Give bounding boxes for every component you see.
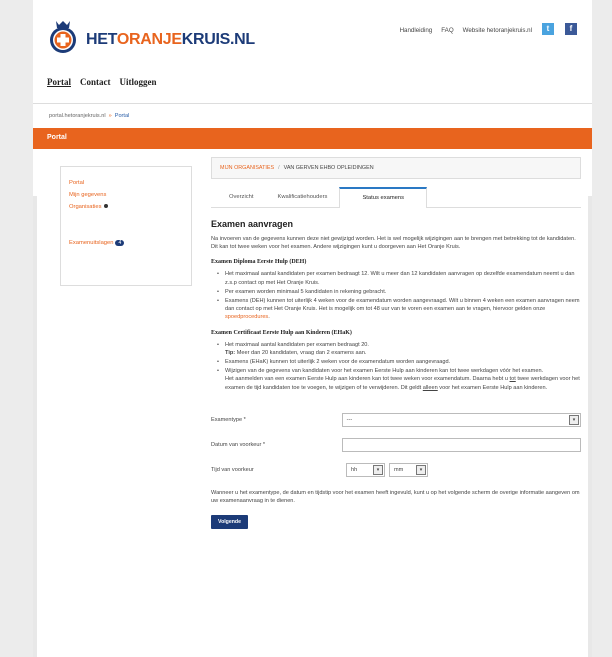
breadcrumb-current[interactable]: Portal bbox=[115, 113, 130, 119]
ehak-list: Het maximaal aantal kandidaten per exame… bbox=[217, 341, 581, 392]
intro-text: Na invoeren van de gegevens kunnen deze … bbox=[211, 236, 576, 251]
active-dot-icon bbox=[103, 204, 108, 208]
ehak-title: Examen Certificaat Eerste Hulp aan Kinde… bbox=[211, 329, 352, 336]
chevron-down-icon[interactable]: ▾ bbox=[569, 415, 579, 426]
time-label: Tijd van voorkeur bbox=[211, 467, 254, 474]
examtype-value: --- bbox=[346, 417, 353, 424]
examtype-label: Examentype * bbox=[211, 417, 246, 424]
tab-status-examens[interactable]: Status examens bbox=[339, 187, 428, 208]
list-item: Examens (DEH) kunnen tot uiterlijk 4 wek… bbox=[217, 297, 581, 322]
date-label: Datum van voorkeur * bbox=[211, 442, 266, 449]
section-bar: Portal bbox=[33, 128, 592, 149]
brand-prefix: HET bbox=[86, 31, 117, 48]
main-panel: MIJN ORGANISATIES / VAN GERVEN EHBO OPLEID… bbox=[211, 157, 581, 530]
breadcrumb: portal.hetoranjekruis.nl» Portal bbox=[49, 113, 129, 119]
list-text: Examens (DEH) kunnen tot uiterlijk 4 wek… bbox=[225, 298, 580, 313]
top-links: Handleiding FAQ Website hetoranjekruis.n… bbox=[400, 27, 532, 34]
examtype-select[interactable]: --- ▾ bbox=[341, 413, 581, 428]
breadcrumb-separator-icon: » bbox=[108, 113, 112, 119]
tab-kwalificatiehouders[interactable]: Kwalificatiehouders bbox=[265, 187, 339, 208]
form-row-time: Tijd van voorkeur hh ▾ mm ▾ bbox=[211, 462, 581, 479]
facebook-icon[interactable]: f bbox=[565, 23, 577, 35]
tab-overzicht[interactable]: Overzicht bbox=[217, 187, 265, 208]
sidebar-item-organisaties[interactable]: Organisaties bbox=[69, 204, 183, 210]
underlined-alleen: alleen bbox=[422, 384, 438, 391]
list-item: Wijzigen van de gegevens van kandidaten … bbox=[217, 367, 581, 392]
section-title: Portal bbox=[47, 134, 67, 141]
list-text: voor het examen Eerste Hulp aan kinderen… bbox=[439, 384, 548, 391]
list-item: Per examen worden minimaal 5 kandidaten … bbox=[217, 288, 581, 296]
sidebar: Portal Mijn gegevens Organisaties Examen… bbox=[60, 166, 192, 286]
sidebar-item-portal[interactable]: Portal bbox=[69, 180, 183, 186]
hour-value: hh bbox=[351, 467, 358, 474]
chevron-down-icon[interactable]: ▾ bbox=[416, 465, 426, 476]
underlined-tot: tot bbox=[509, 376, 516, 383]
link-handleiding[interactable]: Handleiding bbox=[400, 27, 433, 34]
main-nav: Portal Contact Uitloggen bbox=[47, 77, 157, 87]
brand-suffix: KRUIS.NL bbox=[181, 31, 255, 48]
nav-contact[interactable]: Contact bbox=[80, 77, 111, 87]
next-button[interactable]: Volgende bbox=[211, 515, 248, 530]
page: HETORANJEKRUIS.NL Handleiding FAQ Websit… bbox=[33, 0, 592, 657]
brand-middle: ORANJE bbox=[116, 31, 182, 48]
list-text: Wijzigen van de gegevens van kandidaten … bbox=[225, 368, 544, 375]
list-item: Het maximaal aantal kandidaten per exame… bbox=[217, 341, 581, 357]
date-input[interactable] bbox=[341, 438, 581, 453]
twitter-icon[interactable]: t bbox=[542, 23, 554, 35]
tip-label: Tip: bbox=[225, 349, 236, 356]
exam-request-form: Examentype * --- ▾ Datum van voorkeur * … bbox=[211, 412, 581, 479]
hour-select[interactable]: hh ▾ bbox=[346, 463, 385, 478]
form-row-date: Datum van voorkeur * bbox=[211, 437, 581, 454]
page-title: Examen aanvragen bbox=[211, 219, 294, 229]
tip-text: Meer dan 20 kandidaten, vraag dan 2 exam… bbox=[236, 349, 367, 356]
sidebar-item-label: Examenuitslagen bbox=[69, 240, 114, 246]
tab-bar: Overzicht Kwalificatiehouders Status exa… bbox=[217, 187, 581, 208]
count-badge: 4 bbox=[115, 240, 125, 246]
sidebar-item-label: Organisaties bbox=[69, 204, 102, 210]
sidebar-item-examenuitslagen[interactable]: Examenuitslagen 4 bbox=[69, 240, 183, 246]
deh-title: Examen Diploma Eerste Hulp (DEH) bbox=[211, 259, 307, 266]
nav-uitloggen[interactable]: Uitloggen bbox=[120, 77, 157, 87]
company-name: VAN GERVEN EHBO OPLEIDINGEN bbox=[283, 165, 374, 171]
list-text: Het maximaal aantal kandidaten per exame… bbox=[225, 341, 369, 348]
divider bbox=[33, 103, 592, 104]
minute-value: mm bbox=[394, 467, 404, 474]
chevron-down-icon[interactable]: ▾ bbox=[373, 465, 383, 476]
spoedprocedures-link[interactable]: spoedprocedures bbox=[225, 314, 268, 320]
list-text: Het aanmelden van een examen Eerste Hulp… bbox=[225, 376, 508, 383]
minute-select[interactable]: mm ▾ bbox=[389, 463, 428, 478]
deh-list: Het maximaal aantal kandidaten per exame… bbox=[217, 270, 581, 321]
form-note: Wanneer u het examentype, de datum en ti… bbox=[211, 489, 580, 505]
list-item: Het maximaal aantal kandidaten per exame… bbox=[217, 270, 581, 286]
org-link[interactable]: MIJN ORGANISATIES bbox=[220, 165, 274, 171]
sidebar-item-mijn-gegevens[interactable]: Mijn gegevens bbox=[69, 192, 183, 198]
nav-portal[interactable]: Portal bbox=[47, 77, 71, 87]
link-website[interactable]: Website hetoranjekruis.nl bbox=[463, 27, 532, 34]
org-breadcrumb: MIJN ORGANISATIES / VAN GERVEN EHBO OPLEID… bbox=[211, 157, 581, 179]
list-item: Examens (EHaK) kunnen tot uiterlijk 2 we… bbox=[217, 358, 581, 366]
brand-wordmark[interactable]: HETORANJEKRUIS.NL bbox=[86, 31, 255, 49]
content-area: Portal Mijn gegevens Organisaties Examen… bbox=[37, 149, 588, 657]
org-separator: / bbox=[278, 165, 280, 171]
link-faq[interactable]: FAQ bbox=[441, 27, 453, 34]
form-row-examtype: Examentype * --- ▾ bbox=[211, 412, 581, 429]
breadcrumb-root[interactable]: portal.hetoranjekruis.nl bbox=[49, 113, 106, 119]
list-text-end: . bbox=[268, 314, 270, 321]
oranje-kruis-logo-icon bbox=[50, 21, 76, 53]
